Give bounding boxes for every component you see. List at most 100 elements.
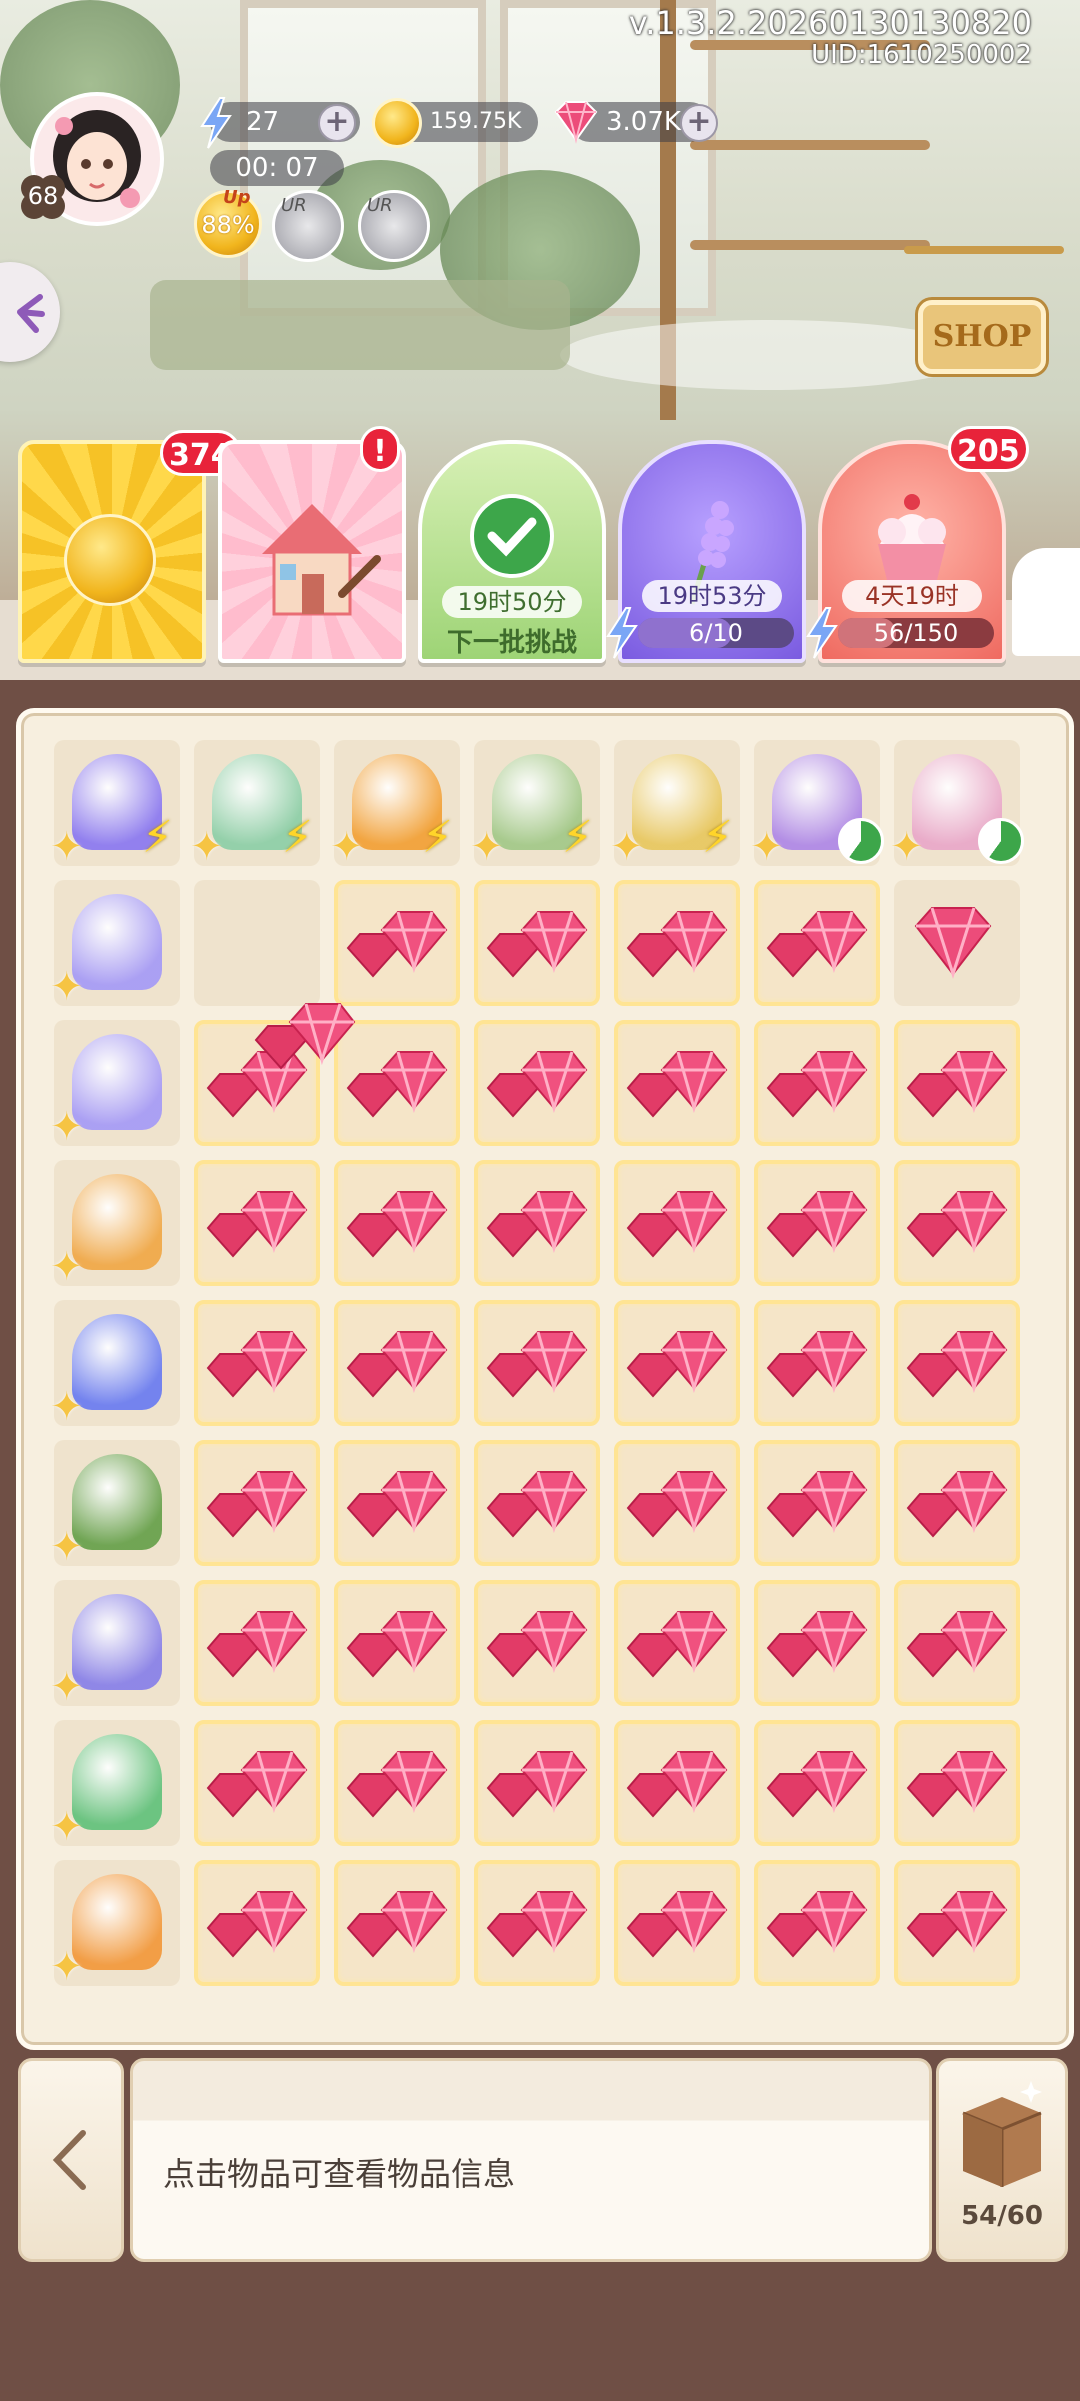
gem-item[interactable] [614, 880, 740, 1006]
gem-item[interactable] [614, 1720, 740, 1846]
inventory-button[interactable]: 54/60 [936, 2058, 1068, 2262]
gem-item[interactable] [334, 1440, 460, 1566]
star-icon: ✦ [50, 1524, 84, 1570]
gem-item[interactable] [894, 1860, 1020, 1986]
generator-teapot[interactable]: ✦ ⚡ [330, 740, 460, 870]
leaf-dome-icon [72, 1734, 162, 1830]
gem-item[interactable] [894, 1020, 1020, 1146]
gem-item[interactable] [894, 1440, 1020, 1566]
back-button[interactable] [18, 2058, 124, 2262]
lavender-event-card[interactable]: 19时53分 6/10 [618, 440, 806, 663]
gem-item[interactable] [474, 1720, 600, 1846]
gem-item[interactable] [474, 1440, 600, 1566]
gem-item[interactable] [754, 1300, 880, 1426]
gem-item[interactable] [894, 1300, 1020, 1426]
lavender-timer: 19时53分 [642, 580, 782, 612]
daily-challenge-card[interactable]: 19时50分 下一批挑战 [418, 440, 606, 663]
gem-item[interactable] [614, 1160, 740, 1286]
generator-blue-tree-dome[interactable]: ✦ [50, 1300, 180, 1430]
bubble-orb-icon [72, 1034, 162, 1130]
gem-item[interactable] [474, 1580, 600, 1706]
generator-flower-cart[interactable]: ✦ ⚡ [470, 740, 600, 870]
generator-galaxy-orb[interactable]: ✦ ⚡ [50, 740, 180, 870]
gem-plus-button[interactable]: + [680, 104, 718, 142]
energy-timer: 00: 07 [210, 150, 344, 186]
gem-item[interactable] [334, 1300, 460, 1426]
gem-item[interactable] [194, 1300, 320, 1426]
gem-pile-icon [342, 1592, 452, 1696]
gem-item[interactable] [334, 1160, 460, 1286]
gem-pile-icon [762, 892, 872, 996]
gem-item[interactable] [474, 1020, 600, 1146]
star-icon: ✦ [890, 824, 924, 870]
gem-item[interactable] [194, 1160, 320, 1286]
energy-value: 27 [246, 107, 280, 137]
generator-apple-tree-dome[interactable]: ✦ [50, 1440, 180, 1570]
side-menu-button[interactable] [0, 262, 60, 362]
gem-item[interactable] [194, 1860, 320, 1986]
gem-item[interactable] [894, 1580, 1020, 1706]
gem-item[interactable] [614, 1580, 740, 1706]
gem-pile-icon [342, 892, 452, 996]
energy-plus-button[interactable]: + [318, 104, 356, 142]
generator-leaf-dome[interactable]: ✦ [50, 1720, 180, 1850]
sofa [150, 280, 570, 370]
lightning-icon: ⚡ [562, 812, 593, 863]
generator-bubble-orb[interactable]: ✦ [50, 1020, 180, 1150]
gem-item[interactable] [754, 1580, 880, 1706]
generator-bubble-orb[interactable]: ✦ [50, 880, 180, 1010]
gem-item[interactable] [334, 1580, 460, 1706]
gem-item[interactable] [194, 1440, 320, 1566]
up-label: Up [223, 187, 251, 208]
gem-item[interactable] [754, 1020, 880, 1146]
lightning-icon [806, 607, 838, 659]
gem-pile-icon [902, 1172, 1012, 1276]
cupcake-timer: 4天19时 [842, 580, 982, 612]
gem-item[interactable] [194, 1580, 320, 1706]
check-icon [470, 494, 554, 578]
alert-badge: ! [360, 426, 400, 472]
gem-item[interactable] [334, 1720, 460, 1846]
ur-badge-1[interactable]: UR [272, 190, 344, 262]
gem-item[interactable] [754, 1860, 880, 1986]
ur-badge-2[interactable]: UR [358, 190, 430, 262]
gem-item[interactable] [754, 880, 880, 1006]
gem-item[interactable] [474, 1860, 600, 1986]
generator-lavender-dome[interactable]: ✦ [50, 1580, 180, 1710]
gem-item[interactable] [474, 1160, 600, 1286]
gem-item[interactable] [754, 1720, 880, 1846]
gem-item[interactable] [194, 1720, 320, 1846]
gem-item[interactable] [894, 880, 1020, 1006]
shop-button[interactable]: SHOP [904, 246, 1064, 374]
gem-item[interactable] [754, 1160, 880, 1286]
up-boost-badge[interactable]: Up 88% [194, 187, 262, 258]
gem-pile-icon [342, 1732, 452, 1836]
more-cards-edge[interactable] [1012, 548, 1080, 656]
generator-crystal-house[interactable]: ✦ ⚡ [190, 740, 320, 870]
gem-pile-icon [482, 1172, 592, 1276]
generator-cabinet[interactable]: ✦ ⚡ [610, 740, 740, 870]
gem-item[interactable] [894, 1160, 1020, 1286]
star-icon: ✦ [50, 824, 84, 870]
gem-item[interactable] [754, 1440, 880, 1566]
gem-item[interactable] [334, 1860, 460, 1986]
gem-item[interactable] [894, 1720, 1020, 1846]
item-info-panel: 点击物品可查看物品信息 [130, 2058, 932, 2262]
cooldown-timer-icon [838, 818, 884, 864]
lavender-progress-text: 6/10 [689, 619, 743, 647]
house-decor-event-card[interactable] [218, 440, 406, 663]
generator-golden-tree-dome[interactable]: ✦ [50, 1160, 180, 1290]
dragged-gem-item[interactable] [250, 984, 360, 1088]
gem-item[interactable] [614, 1860, 740, 1986]
bottom-bar [0, 2270, 1080, 2401]
gem-item[interactable] [614, 1020, 740, 1146]
gem-item[interactable] [474, 1300, 600, 1426]
gem-item[interactable] [474, 880, 600, 1006]
gem-pile-icon [762, 1872, 872, 1976]
gem-item[interactable] [614, 1440, 740, 1566]
gem-item[interactable] [614, 1300, 740, 1426]
generator-clownfish[interactable]: ✦ [50, 1860, 180, 1990]
cooldown-timer-icon [978, 818, 1024, 864]
golden-tree-dome-icon [72, 1174, 162, 1270]
star-icon: ✦ [50, 1104, 84, 1150]
